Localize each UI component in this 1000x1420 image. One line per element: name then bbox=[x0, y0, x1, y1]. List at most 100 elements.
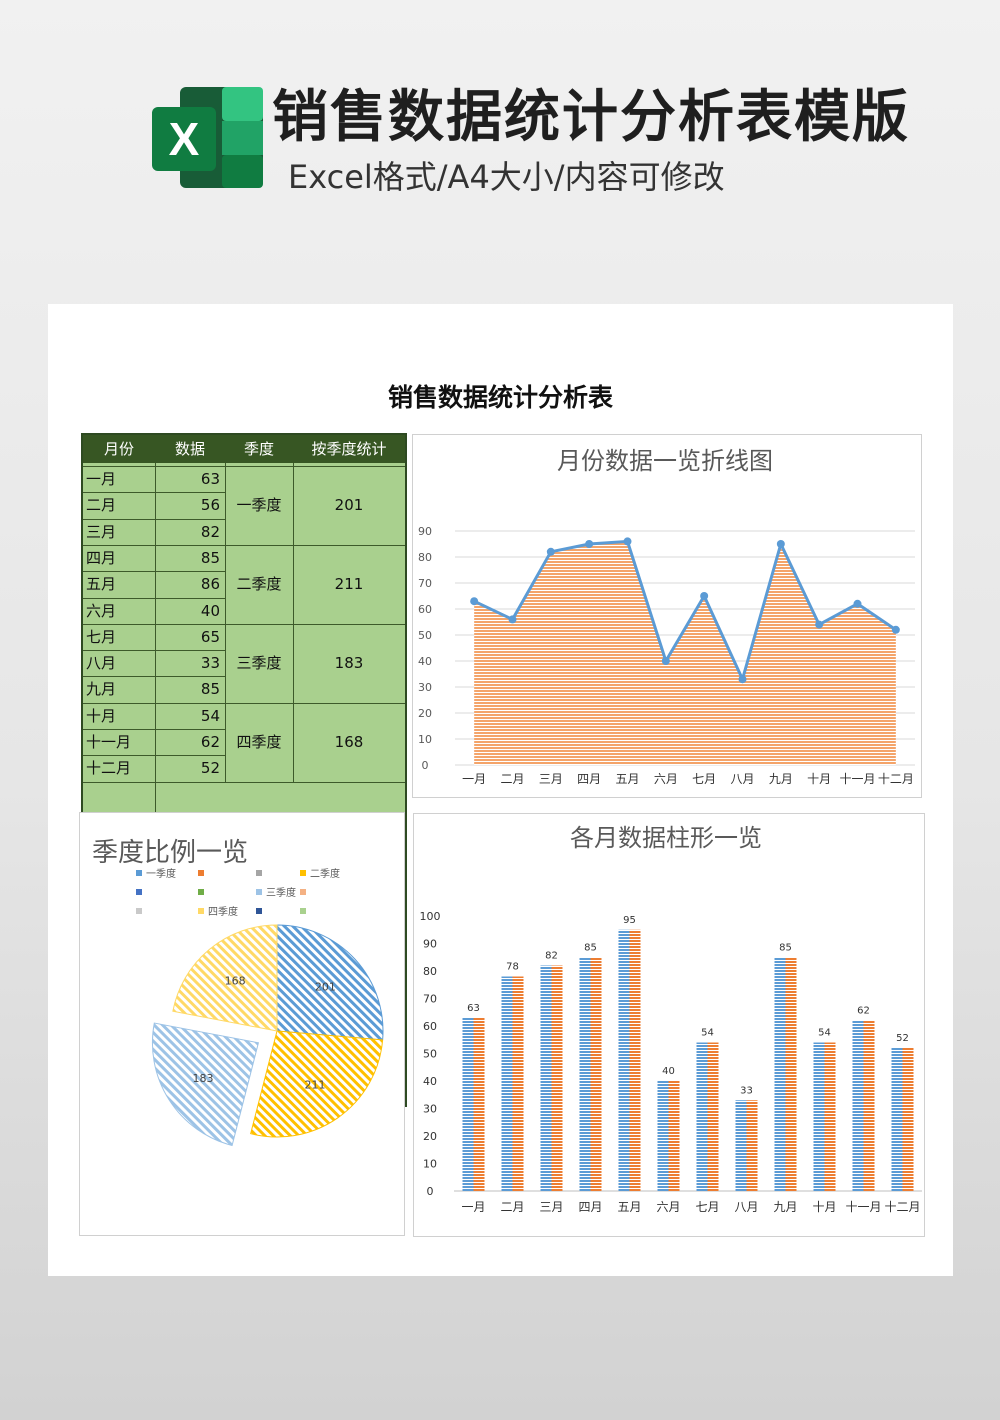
quarter-total-cell: 211 bbox=[334, 574, 364, 593]
pie-legend-item: 三季度 bbox=[256, 886, 296, 899]
value-cell: 85 bbox=[200, 548, 220, 567]
line-chart-ytick: 10 bbox=[418, 733, 432, 746]
pie-legend-item bbox=[136, 889, 142, 895]
pie-legend-item bbox=[256, 870, 262, 876]
value-cell: 54 bbox=[200, 706, 220, 725]
pie-legend-item bbox=[136, 908, 142, 914]
bar-chart-bar bbox=[579, 957, 591, 1191]
bar-chart-data-label: 63 bbox=[467, 1003, 480, 1014]
bar-chart-xtick: 七月 bbox=[695, 1200, 719, 1214]
bar-chart-bar bbox=[657, 1081, 669, 1191]
pie-legend-item bbox=[198, 889, 204, 895]
line-chart-point bbox=[546, 547, 555, 556]
bar-chart-ytick: 0 bbox=[427, 1185, 434, 1198]
line-chart-point bbox=[661, 657, 670, 665]
bar-chart-data-label: 95 bbox=[623, 915, 636, 926]
line-chart-xtick: 二月 bbox=[500, 772, 524, 786]
line-chart-xtick: 十月 bbox=[807, 772, 831, 786]
bar-chart-bar bbox=[774, 957, 786, 1191]
sheet-title: 销售数据统计分析表 bbox=[387, 383, 613, 412]
value-cell: 86 bbox=[200, 575, 220, 594]
bar-chart-bar bbox=[512, 976, 524, 1191]
bar-chart: 各月数据柱形一览 0 10 20 30 40 50 60 70 80 90 100 63 一月 78 二月 82… bbox=[420, 824, 922, 1214]
bar-chart-xtick: 一月 bbox=[461, 1200, 485, 1214]
pie-chart-title: 季度比例一览 bbox=[92, 838, 248, 868]
bar-chart-bar bbox=[785, 957, 797, 1191]
pie-legend-swatch bbox=[300, 908, 306, 914]
bar-chart-xtick: 九月 bbox=[773, 1200, 797, 1214]
bar-chart-data-label: 85 bbox=[584, 942, 597, 953]
line-chart-point bbox=[470, 597, 479, 606]
value-cell: 56 bbox=[200, 496, 220, 515]
bar-chart-bar bbox=[629, 929, 641, 1191]
line-chart-xtick: 四月 bbox=[577, 772, 601, 786]
bar-chart-ytick: 60 bbox=[423, 1020, 437, 1033]
bar-chart-xtick: 三月 bbox=[539, 1200, 563, 1214]
line-chart-xtick: 十二月 bbox=[878, 772, 914, 786]
pie-legend-item bbox=[300, 908, 306, 914]
value-cell: 65 bbox=[200, 627, 220, 646]
header-quarter-total: 按季度统计 bbox=[311, 440, 387, 458]
quarter-cell: 四季度 bbox=[236, 732, 282, 751]
header-value: 数据 bbox=[174, 440, 205, 458]
pie-data-label: 211 bbox=[305, 1079, 326, 1092]
page-subtitle: Excel格式/A4大小/内容可修改 bbox=[288, 158, 725, 196]
pie-legend-swatch bbox=[198, 908, 204, 914]
bar-chart-ytick: 30 bbox=[423, 1103, 437, 1116]
bar-chart-data-label: 82 bbox=[545, 951, 558, 962]
bar-chart-ytick: 90 bbox=[423, 938, 437, 951]
month-cell: 十二月 bbox=[86, 759, 132, 778]
pie-legend-item: 四季度 bbox=[198, 905, 238, 918]
bar-chart-bar bbox=[668, 1081, 680, 1191]
bar-chart-bar bbox=[501, 976, 513, 1191]
pie-legend-swatch bbox=[198, 889, 204, 895]
bar-chart-data-label: 78 bbox=[506, 962, 519, 973]
header-month: 月份 bbox=[103, 440, 134, 458]
header-quarter: 季度 bbox=[243, 440, 274, 458]
month-cell: 十月 bbox=[86, 706, 117, 725]
bar-chart-data-label: 54 bbox=[701, 1028, 714, 1039]
line-chart-ytick: 40 bbox=[418, 655, 432, 668]
bar-chart-ytick: 100 bbox=[420, 910, 441, 923]
bar-chart-xtick: 十二月 bbox=[884, 1200, 920, 1214]
line-chart-point bbox=[623, 537, 632, 546]
line-chart-ytick: 20 bbox=[418, 707, 432, 720]
line-chart-ytick: 90 bbox=[418, 525, 432, 538]
value-cell: 62 bbox=[200, 733, 220, 751]
value-cell: 82 bbox=[200, 522, 220, 541]
bar-chart-data-label: 85 bbox=[779, 942, 792, 953]
month-cell: 九月 bbox=[86, 680, 117, 699]
bar-chart-ytick: 70 bbox=[423, 993, 437, 1006]
bar-chart-bar bbox=[746, 1100, 758, 1191]
bar-chart-bar bbox=[590, 957, 602, 1191]
line-chart-xtick: 八月 bbox=[730, 772, 754, 786]
bar-chart-data-label: 52 bbox=[896, 1033, 909, 1044]
month-cell: 四月 bbox=[86, 548, 117, 567]
month-cell: 六月 bbox=[86, 601, 117, 620]
bar-chart-ytick: 40 bbox=[423, 1075, 437, 1088]
line-chart-ytick: 0 bbox=[422, 759, 429, 772]
quarter-cell: 二季度 bbox=[236, 574, 282, 593]
quarter-total-cell: 201 bbox=[334, 496, 364, 514]
value-cell: 33 bbox=[200, 654, 220, 673]
bar-chart-ytick: 80 bbox=[423, 965, 437, 978]
pie-legend-swatch bbox=[300, 889, 306, 895]
line-chart-xtick: 五月 bbox=[615, 772, 639, 786]
pie-legend-swatch bbox=[198, 870, 204, 876]
pie-data-label: 168 bbox=[225, 974, 246, 987]
line-chart-xtick: 七月 bbox=[692, 772, 716, 786]
bar-chart-ytick: 20 bbox=[423, 1130, 437, 1143]
line-chart-ytick: 30 bbox=[418, 681, 432, 694]
month-cell: 一月 bbox=[86, 470, 117, 488]
bar-chart-bar bbox=[540, 965, 552, 1191]
bar-chart-bar bbox=[473, 1017, 485, 1191]
pie-legend-swatch bbox=[256, 870, 262, 876]
bar-chart-data-label: 62 bbox=[857, 1006, 870, 1017]
line-chart-point bbox=[853, 599, 862, 608]
bar-chart-xtick: 五月 bbox=[617, 1200, 641, 1214]
pie-legend-label: 三季度 bbox=[266, 886, 296, 899]
bar-chart-bar bbox=[863, 1020, 875, 1191]
bar-chart-bar bbox=[618, 929, 630, 1191]
table-rule bbox=[293, 463, 294, 782]
quarter-cell: 一季度 bbox=[236, 496, 282, 514]
